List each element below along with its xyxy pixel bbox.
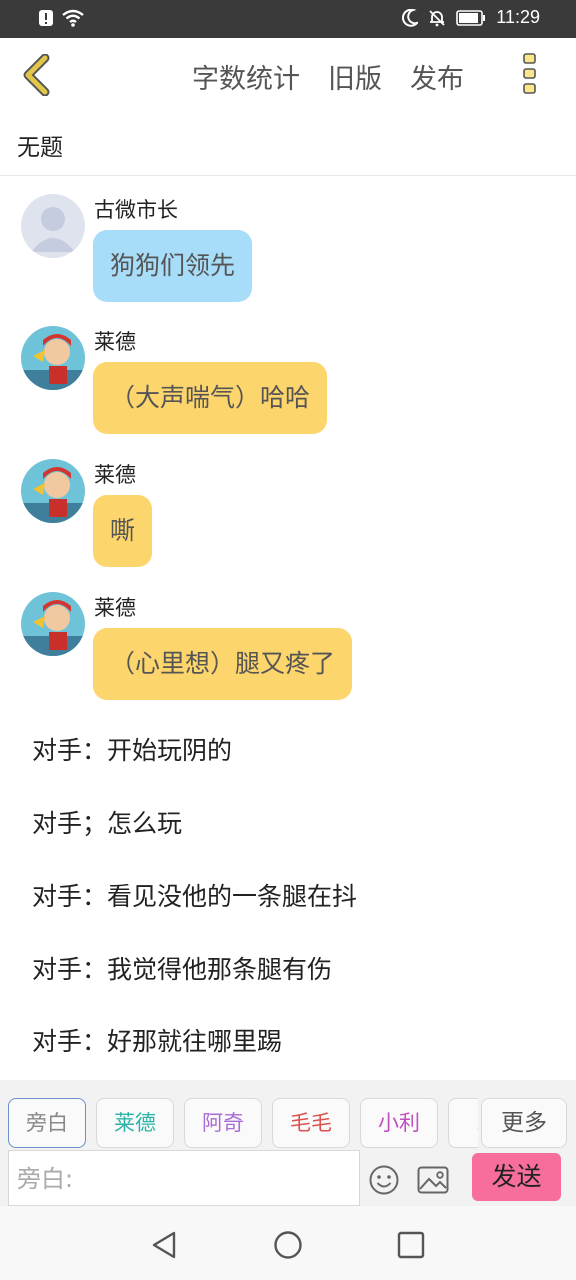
message-bubble[interactable]: 狗狗们领先 — [93, 230, 253, 302]
role-tab-hui[interactable]: 灰 — [448, 1098, 478, 1148]
chat-message[interactable]: 莱德 嘶 — [0, 459, 576, 569]
ryder-avatar[interactable] — [21, 326, 85, 390]
chat-message[interactable]: 莱德 （大声喘气）哈哈 — [0, 326, 576, 436]
message-bubble[interactable]: （心里想）腿又疼了 — [93, 628, 353, 700]
role-tab-rocky[interactable]: 阿奇 — [184, 1098, 262, 1148]
role-selector[interactable]: 旁白 莱德 阿奇 毛毛 小利 灰 — [8, 1098, 478, 1148]
role-tab-maomao[interactable]: 毛毛 — [272, 1098, 350, 1148]
message-bubble[interactable]: 嘶 — [93, 495, 153, 567]
default-user-avatar[interactable] — [21, 194, 85, 258]
sender-name: 古微市长 — [94, 198, 178, 222]
wifi-icon — [62, 9, 84, 27]
more-roles-button[interactable]: 更多 — [481, 1098, 567, 1148]
alert-icon — [39, 10, 53, 26]
moon-icon — [402, 8, 419, 27]
recents-square-icon[interactable] — [396, 1230, 426, 1260]
vertical-dots-icon[interactable] — [521, 52, 539, 96]
composer: 旁白 莱德 阿奇 毛毛 小利 灰 更多 旁白: 发送 — [0, 1080, 576, 1206]
back-chevron-icon[interactable] — [18, 54, 58, 96]
bell-off-icon — [429, 9, 445, 26]
role-tab-xiaoli[interactable]: 小利 — [360, 1098, 438, 1148]
narration-line[interactable]: 对手：看见没他的一条腿在抖 — [32, 877, 357, 913]
role-tab-narrator[interactable]: 旁白 — [8, 1098, 86, 1148]
narration-line[interactable]: 对手；怎么玩 — [32, 804, 182, 840]
clock: 11:29 — [496, 7, 540, 27]
ryder-avatar[interactable] — [21, 459, 85, 523]
navigation-bar — [0, 1206, 576, 1280]
word-count-button[interactable]: 字数统计 — [192, 57, 300, 96]
home-circle-icon[interactable] — [273, 1230, 303, 1260]
story-title[interactable]: 无题 — [17, 128, 63, 162]
chat-message[interactable]: 莱德 （心里想）腿又疼了 — [0, 592, 576, 702]
title-row[interactable]: 无题 — [0, 110, 576, 176]
sender-name: 莱德 — [94, 596, 136, 620]
old-version-button[interactable]: 旧版 — [328, 57, 382, 96]
image-icon[interactable] — [417, 1166, 449, 1194]
back-triangle-icon[interactable] — [150, 1230, 180, 1260]
message-bubble[interactable]: （大声喘气）哈哈 — [93, 362, 328, 434]
emoji-icon[interactable] — [368, 1164, 400, 1196]
battery-icon — [456, 9, 486, 26]
role-tab-ryder[interactable]: 莱德 — [96, 1098, 174, 1148]
chat-message[interactable]: 古微市长 狗狗们领先 — [0, 194, 576, 304]
ryder-avatar[interactable] — [21, 592, 85, 656]
send-button[interactable]: 发送 — [472, 1153, 561, 1201]
publish-button[interactable]: 发布 — [410, 57, 464, 96]
narration-line[interactable]: 对手：好那就往哪里踢 — [32, 1022, 282, 1058]
narration-line[interactable]: 对手：我觉得他那条腿有伤 — [32, 950, 332, 986]
status-bar: 11:29 — [0, 0, 576, 38]
narration-line[interactable]: 对手：开始玩阴的 — [32, 731, 232, 767]
header: 字数统计 旧版 发布 — [0, 38, 576, 110]
sender-name: 莱德 — [94, 463, 136, 487]
sender-name: 莱德 — [94, 330, 136, 354]
message-input[interactable]: 旁白: — [8, 1150, 360, 1206]
